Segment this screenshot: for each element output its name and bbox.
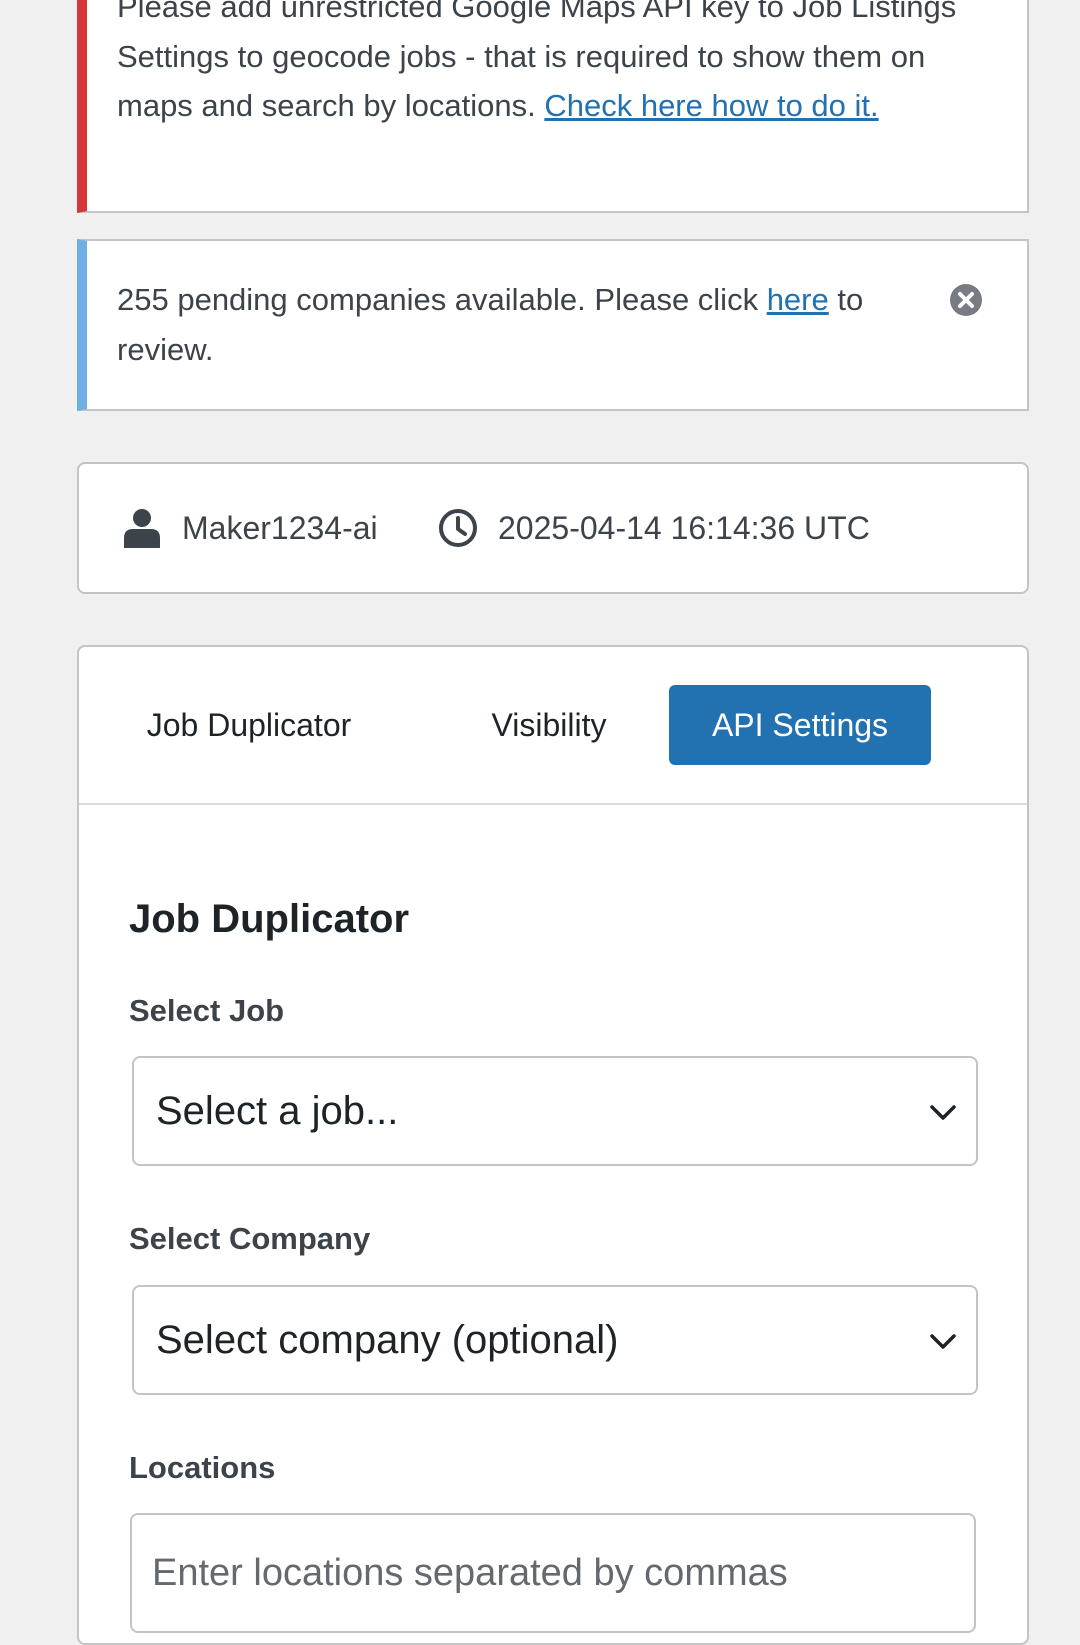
dismiss-icon[interactable] <box>949 283 983 317</box>
notice-error-message: Please add unrestricted Google Maps API … <box>117 0 997 131</box>
meta-time: 2025-04-14 16:14:36 UTC <box>438 464 870 592</box>
settings-card: Job Duplicator Visibility API Settings J… <box>77 645 1029 1645</box>
notice-error: Please add unrestricted Google Maps API … <box>77 0 1029 213</box>
section-title: Job Duplicator <box>129 897 410 941</box>
notice-info-link[interactable]: here <box>767 282 829 317</box>
locations-input[interactable] <box>130 1513 976 1633</box>
select-company-value: Select company (optional) <box>156 1318 619 1362</box>
datetime: 2025-04-14 16:14:36 UTC <box>498 509 870 546</box>
notice-info-text: 255 pending companies available. Please … <box>117 282 767 317</box>
notice-error-link[interactable]: Check here how to do it. <box>544 88 878 123</box>
username: Maker1234-ai <box>182 509 378 546</box>
select-job-dropdown[interactable]: Select a job... <box>132 1056 978 1166</box>
select-job-label: Select Job <box>129 993 285 1028</box>
chevron-down-icon <box>928 1097 958 1127</box>
notice-pending-companies: 255 pending companies available. Please … <box>77 239 1029 411</box>
meta-user: Maker1234-ai <box>122 464 378 592</box>
select-company-dropdown[interactable]: Select company (optional) <box>132 1285 978 1395</box>
locations-label: Locations <box>129 1450 276 1485</box>
chevron-down-icon <box>928 1326 958 1356</box>
tab-visibility[interactable]: Visibility <box>449 685 649 765</box>
tab-api-settings[interactable]: API Settings <box>669 685 931 765</box>
clock-icon <box>438 508 478 548</box>
notice-info-message: 255 pending companies available. Please … <box>117 275 897 374</box>
select-company-label: Select Company <box>129 1221 371 1256</box>
user-meta-card: Maker1234-ai 2025-04-14 16:14:36 UTC <box>77 462 1029 594</box>
tab-job-duplicator[interactable]: Job Duplicator <box>119 685 379 765</box>
tab-bar: Job Duplicator Visibility API Settings <box>79 647 1027 805</box>
select-job-value: Select a job... <box>156 1089 399 1133</box>
user-icon <box>122 508 162 548</box>
